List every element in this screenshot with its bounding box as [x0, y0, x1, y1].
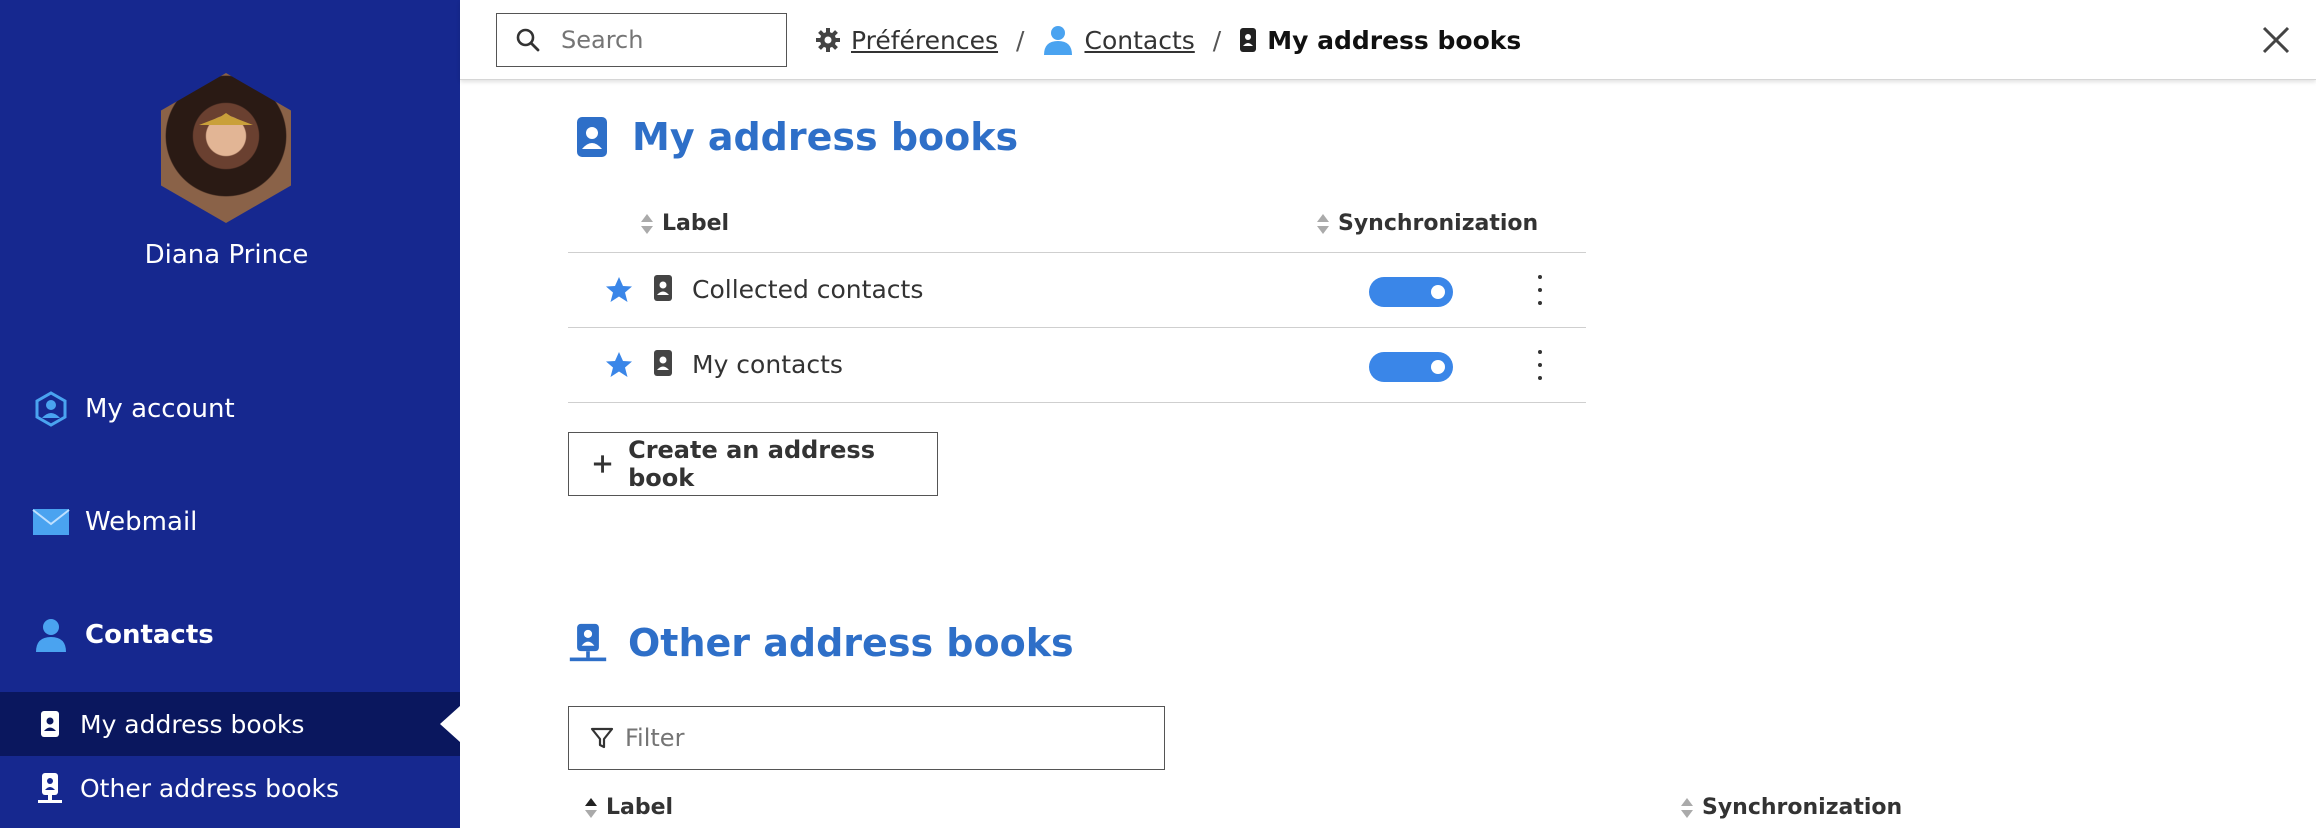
- plus-icon: [593, 455, 612, 473]
- address-book-icon: [1240, 28, 1257, 52]
- scrollbar[interactable]: [2300, 80, 2316, 828]
- column-header-text: Label: [606, 795, 674, 820]
- nav-item-webmail[interactable]: Webmail: [0, 492, 460, 552]
- shared-address-book-icon: [568, 620, 608, 666]
- more-options-icon[interactable]: [1536, 350, 1544, 380]
- address-book-icon: [654, 275, 672, 301]
- sync-toggle[interactable]: [1369, 352, 1453, 382]
- sub-nav-label: Other address books: [80, 773, 340, 803]
- sidebar: Diana Prince My account Webmail Contacts…: [0, 0, 460, 828]
- search-input[interactable]: [561, 26, 781, 54]
- more-options-icon[interactable]: [1536, 275, 1544, 305]
- address-book-icon: [654, 350, 672, 376]
- filter-icon: [590, 727, 614, 749]
- sort-icon: [640, 213, 654, 235]
- table-row[interactable]: Collected contacts: [568, 253, 1586, 327]
- sub-nav-other-address-books[interactable]: Other address books: [0, 756, 460, 820]
- table-row[interactable]: My contacts: [568, 328, 1586, 402]
- section-title-text: Other address books: [628, 621, 1074, 665]
- favorite-star-icon[interactable]: [604, 275, 634, 305]
- section-title-other-address-books: Other address books: [568, 620, 1074, 666]
- filter-box[interactable]: [568, 706, 1165, 770]
- nav-item-my-account[interactable]: My account: [0, 379, 460, 439]
- create-address-book-button[interactable]: Create an address book: [568, 432, 938, 496]
- person-icon: [1044, 26, 1073, 55]
- main-content: My address books Label Synchronization C…: [460, 80, 2316, 828]
- breadcrumb-preferences-link[interactable]: Préférences: [851, 26, 998, 55]
- nav-item-contacts[interactable]: Contacts: [0, 605, 460, 665]
- column-header-label[interactable]: Label: [584, 795, 673, 820]
- search-box[interactable]: [496, 13, 787, 67]
- column-header-text: Synchronization: [1702, 795, 1903, 820]
- address-book-icon: [36, 708, 64, 740]
- gear-icon: [816, 28, 840, 52]
- address-book-name: Collected contacts: [692, 275, 924, 304]
- breadcrumb-separator: /: [1016, 25, 1025, 55]
- section-title-text: My address books: [632, 115, 1019, 159]
- close-icon[interactable]: [2258, 22, 2294, 58]
- column-header-synchronization[interactable]: Synchronization: [1680, 795, 1902, 820]
- sort-ascending-icon: [584, 797, 598, 819]
- avatar-tiara: [199, 113, 253, 125]
- address-book-name: My contacts: [692, 350, 843, 379]
- person-icon: [32, 616, 70, 654]
- address-book-icon: [572, 114, 612, 160]
- toggle-knob: [1431, 360, 1445, 374]
- sub-nav-label: My address books: [80, 709, 305, 739]
- sort-icon: [1316, 213, 1330, 235]
- shared-address-book-icon: [36, 772, 64, 804]
- favorite-star-icon[interactable]: [604, 350, 634, 380]
- create-button-label: Create an address book: [628, 436, 875, 492]
- envelope-icon: [32, 503, 70, 541]
- user-name: Diana Prince: [144, 240, 309, 270]
- section-title-my-address-books: My address books: [572, 114, 1018, 160]
- search-icon: [516, 28, 540, 52]
- sub-nav-my-address-books[interactable]: My address books: [0, 692, 460, 756]
- breadcrumb-current: My address books: [1267, 25, 1522, 55]
- breadcrumb-separator: /: [1212, 25, 1222, 55]
- column-header-text: Label: [662, 211, 730, 236]
- divider: [568, 402, 1586, 403]
- filter-input[interactable]: [625, 724, 1145, 752]
- nav-item-label: My account: [85, 394, 235, 424]
- sort-icon: [1680, 797, 1694, 819]
- nav-item-label: Webmail: [85, 507, 198, 537]
- nav-item-label: Contacts: [85, 620, 214, 650]
- column-header-text: Synchronization: [1338, 211, 1539, 236]
- sync-toggle[interactable]: [1369, 277, 1453, 307]
- breadcrumb: Préférences / Contacts / My address book…: [815, 0, 1521, 80]
- column-header-synchronization[interactable]: Synchronization: [1316, 211, 1538, 236]
- toggle-knob: [1431, 285, 1445, 299]
- topbar: Préférences / Contacts / My address book…: [460, 0, 2316, 80]
- account-icon: [32, 390, 70, 428]
- breadcrumb-contacts-link[interactable]: Contacts: [1084, 26, 1194, 55]
- active-indicator: [440, 706, 460, 742]
- column-header-label[interactable]: Label: [640, 211, 729, 236]
- avatar[interactable]: [161, 73, 291, 223]
